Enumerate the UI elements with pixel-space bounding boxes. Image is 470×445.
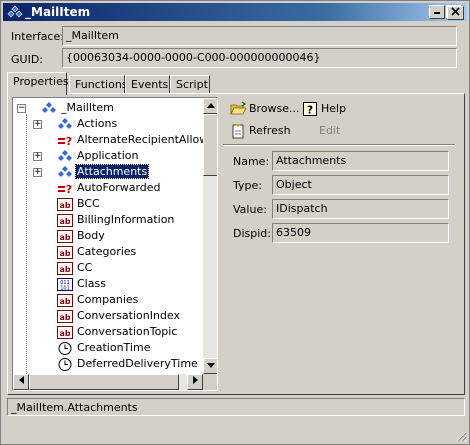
tree-item-label: CreationTime: [77, 341, 151, 354]
svg-text:ab: ab: [59, 201, 70, 210]
help-label: Help: [321, 102, 347, 115]
string-icon: ab: [57, 294, 73, 307]
tab-properties[interactable]: Properties: [7, 72, 69, 95]
tree-root-label: _MailItem: [61, 101, 114, 114]
tree-item-label: DeferredDeliveryTime: [77, 357, 198, 370]
svg-text:ab: ab: [59, 217, 70, 226]
window-title: _MailItem: [25, 5, 91, 19]
help-icon: ?: [303, 102, 317, 117]
refresh-icon: [232, 124, 244, 139]
tree-item-label: Class: [77, 277, 106, 290]
boolean-icon: ?: [58, 135, 72, 147]
tab-script[interactable]: Script: [170, 75, 210, 94]
vertical-scrollbar[interactable]: [203, 98, 217, 374]
interface-label: Interface:: [11, 30, 64, 43]
guid-label: GUID:: [11, 53, 43, 66]
value-field[interactable]: IDispatch: [272, 199, 449, 219]
title-bar[interactable]: _MailItem: [3, 3, 467, 21]
svg-text:101: 101: [60, 286, 70, 292]
resize-grip-icon[interactable]: [455, 430, 467, 442]
string-icon: ab: [57, 326, 73, 339]
tree-item-label: Application: [77, 149, 139, 162]
svg-text:ab: ab: [59, 329, 70, 338]
svg-text:ab: ab: [59, 313, 70, 322]
tab-events[interactable]: Events: [125, 75, 170, 94]
svg-text:ab: ab: [59, 297, 70, 306]
object-icon: [42, 102, 56, 113]
clock-icon: [58, 342, 72, 355]
dispid-field[interactable]: 63509: [272, 223, 449, 243]
tree-item-label: Body: [77, 229, 105, 242]
refresh-label: Refresh: [249, 124, 291, 137]
collapse-toggle[interactable]: −: [17, 104, 26, 113]
app-icon: [7, 5, 23, 18]
browse-label: Browse...: [249, 102, 300, 115]
edit-label: Edit: [319, 124, 341, 137]
scroll-left-button[interactable]: [13, 374, 29, 390]
scroll-corner: [203, 374, 217, 390]
clock-icon: [58, 358, 72, 371]
string-icon: ab: [57, 198, 73, 211]
horizontal-scrollbar[interactable]: [13, 374, 203, 390]
tree-item-label: Attachments: [74, 164, 150, 179]
string-icon: ab: [57, 214, 73, 227]
svg-text:ab: ab: [59, 249, 70, 258]
tab-functions[interactable]: Functions: [69, 75, 128, 94]
tree-item-label: ConversationTopic: [77, 325, 178, 338]
property-tree[interactable]: − _MailItem + Actions? AlternateRecipientAll…: [12, 97, 218, 391]
value-label: Value:: [233, 203, 267, 216]
tree-item-label: AutoForwarded: [77, 181, 161, 194]
string-icon: ab: [57, 310, 73, 323]
main-window: _MailItem Interface: _MailItem GUID: {00…: [0, 0, 470, 445]
tree-line: [26, 114, 27, 386]
scroll-up-button[interactable]: [203, 98, 217, 114]
arrow-up-icon: [207, 103, 215, 108]
minimize-button[interactable]: [429, 5, 445, 19]
scroll-thumb[interactable]: [203, 114, 217, 176]
string-icon: ab: [57, 262, 73, 275]
object-icon: [58, 118, 72, 129]
name-field[interactable]: Attachments: [272, 151, 449, 171]
tree-item-label: AlternateRecipientAllowed: [77, 133, 218, 146]
type-field[interactable]: Object: [272, 175, 449, 195]
string-icon: ab: [57, 230, 73, 243]
hscroll-thumb[interactable]: [29, 374, 179, 390]
status-bar: _MailItem.Attachments: [7, 398, 465, 416]
string-icon: ab: [57, 246, 73, 259]
tree-item-label: Actions: [77, 117, 118, 130]
details-divider: [223, 144, 455, 146]
tree-item-label: ConversationIndex: [77, 309, 181, 322]
arrow-down-icon: [207, 363, 215, 368]
svg-text:?: ?: [307, 104, 313, 117]
type-label: Type:: [233, 179, 262, 192]
tree-item-label: BillingInformation: [77, 213, 175, 226]
close-button[interactable]: [447, 6, 464, 20]
interface-field[interactable]: _MailItem: [62, 26, 457, 46]
guid-field[interactable]: {00063034-0000-0000-C000-000000000046}: [62, 48, 457, 68]
dispid-label: Dispid:: [233, 227, 271, 240]
svg-text:ab: ab: [59, 265, 70, 274]
object-icon: [58, 150, 72, 161]
object-icon: [58, 166, 72, 177]
scroll-right-button[interactable]: [187, 374, 203, 390]
expand-toggle[interactable]: +: [33, 120, 42, 129]
tree-item-label: Companies: [77, 293, 139, 306]
minimize-icon: [434, 12, 440, 14]
svg-text:ab: ab: [59, 233, 70, 242]
folder-open-icon: [230, 101, 246, 115]
close-icon: [451, 7, 460, 16]
tree-item-label: CC: [77, 261, 93, 274]
name-label: Name:: [233, 155, 270, 168]
arrow-right-icon: [192, 376, 198, 384]
svg-text:?: ?: [66, 135, 72, 147]
tree-item-label: Categories: [77, 245, 137, 258]
number-icon: 011101: [57, 278, 73, 292]
arrow-left-icon: [18, 376, 24, 384]
svg-text:?: ?: [66, 183, 72, 195]
boolean-icon: ?: [58, 183, 72, 195]
expand-toggle[interactable]: +: [33, 168, 42, 177]
scroll-down-button[interactable]: [203, 358, 217, 374]
tree-item-label: BCC: [77, 197, 100, 210]
expand-toggle[interactable]: +: [33, 152, 42, 161]
